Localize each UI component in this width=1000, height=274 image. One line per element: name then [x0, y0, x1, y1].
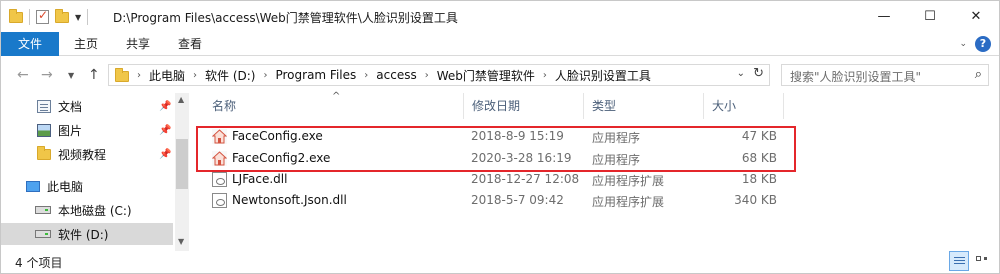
file-size: 18 KB: [741, 172, 777, 186]
chevron-right-icon[interactable]: ›: [137, 70, 141, 81]
status-bar: 4 个项目: [1, 251, 999, 273]
file-date: 2018-5-7 09:42: [471, 193, 564, 207]
large-icons-view-button[interactable]: [971, 251, 991, 271]
dll-icon: [212, 193, 227, 208]
window-title: D:\Program Files\access\Web门禁管理软件\人脸识别设置…: [113, 11, 458, 25]
drive-icon: [35, 230, 51, 238]
ribbon-right-controls: ⌄ ?: [959, 36, 991, 52]
chevron-down-icon[interactable]: ⌄: [737, 68, 745, 79]
item-count: 4 个项目: [15, 256, 63, 270]
scroll-down-icon[interactable]: ▼: [178, 237, 184, 246]
sidebar-item-label: 视频教程: [58, 147, 107, 162]
address-bar[interactable]: › 此电脑 › 软件 (D:) › Program Files › access…: [108, 64, 770, 86]
toolbar-divider: [29, 9, 30, 25]
tab-view[interactable]: 查看: [167, 32, 213, 56]
recent-locations-icon[interactable]: ▼: [68, 71, 74, 80]
breadcrumb-web-software[interactable]: Web门禁管理软件: [437, 67, 535, 84]
sidebar-item-label: 软件 (D:): [58, 227, 109, 242]
expand-ribbon-icon[interactable]: ⌄: [959, 39, 967, 49]
column-header-size[interactable]: 大小: [706, 93, 784, 119]
sidebar-item-label: 本地磁盘 (C:): [58, 203, 132, 218]
folder-icon: [9, 8, 23, 23]
sidebar-item-drive-c[interactable]: 本地磁盘 (C:): [1, 199, 173, 221]
large-icons-view-icon: [976, 256, 981, 261]
scrollbar-thumb[interactable]: [176, 139, 188, 189]
sidebar-item-drive-d[interactable]: 软件 (D:): [1, 223, 173, 245]
file-type: 应用程序扩展: [592, 174, 665, 188]
folder-icon: [37, 146, 51, 162]
forward-arrow-icon[interactable]: →: [41, 67, 53, 83]
file-name: Newtonsoft.Json.dll: [232, 193, 347, 207]
customize-toolbar-icon[interactable]: ▼: [75, 13, 81, 22]
picture-icon: [37, 123, 51, 137]
chevron-right-icon[interactable]: ›: [543, 70, 547, 81]
navigation-pane: 文档 📌 图片 📌 视频教程 📌 此电脑 本地磁盘 (C:) 软件 (D:) ▲: [1, 93, 189, 251]
breadcrumb-face-tool[interactable]: 人脸识别设置工具: [555, 67, 651, 84]
computer-icon: [26, 180, 40, 192]
details-view-icon: [954, 257, 965, 258]
chevron-right-icon[interactable]: ›: [364, 70, 368, 81]
scroll-up-icon[interactable]: ▲: [178, 95, 184, 104]
file-row[interactable]: LJFace.dll 2018-12-27 12:08 应用程序扩展 18 KB: [206, 169, 786, 190]
tab-home[interactable]: 主页: [63, 32, 109, 56]
chevron-right-icon[interactable]: ›: [425, 70, 429, 81]
sidebar-item-label: 图片: [58, 123, 83, 138]
close-button[interactable]: ✕: [953, 1, 999, 32]
file-row[interactable]: Newtonsoft.Json.dll 2018-5-7 09:42 应用程序扩…: [206, 190, 786, 211]
sidebar-item-label: 此电脑: [47, 179, 84, 194]
help-icon[interactable]: ?: [975, 36, 991, 52]
search-placeholder: 搜索"人脸识别设置工具": [790, 70, 922, 84]
pin-icon[interactable]: 📌: [159, 149, 171, 160]
dll-icon: [212, 172, 227, 187]
back-arrow-icon[interactable]: ←: [17, 67, 29, 83]
up-arrow-icon[interactable]: ↑: [88, 67, 100, 83]
explorer-window: ▼ D:\Program Files\access\Web门禁管理软件\人脸识别…: [0, 0, 1000, 274]
folder-icon: [115, 68, 129, 82]
new-folder-icon[interactable]: [55, 8, 69, 23]
chevron-right-icon[interactable]: ›: [263, 70, 267, 81]
navigation-bar: ← → ▼ ↑ › 此电脑 › 软件 (D:) › Program Files …: [1, 57, 999, 92]
title-bar: ▼ D:\Program Files\access\Web门禁管理软件\人脸识别…: [1, 1, 999, 32]
file-list: ^ 名称 修改日期 类型 大小 FaceConfig.exe 2018-8-9 …: [190, 91, 999, 251]
quick-access-toolbar: ▼: [9, 8, 89, 26]
column-header-type[interactable]: 类型: [586, 93, 704, 119]
refresh-icon[interactable]: ↻: [753, 66, 764, 81]
file-size: 340 KB: [734, 193, 777, 207]
breadcrumb-program-files[interactable]: Program Files: [275, 68, 356, 82]
folder-icon-shape: [37, 146, 51, 160]
sidebar-item-pictures[interactable]: 图片 📌: [1, 119, 173, 141]
ribbon-tabs: 文件 主页 共享 查看 ⌄ ?: [1, 32, 999, 56]
file-name: LJFace.dll: [232, 172, 288, 186]
properties-icon[interactable]: [36, 8, 49, 24]
breadcrumb-access[interactable]: access: [376, 68, 416, 82]
pin-icon[interactable]: 📌: [159, 101, 171, 112]
column-header-date[interactable]: 修改日期: [466, 93, 584, 119]
tab-file[interactable]: 文件: [1, 32, 59, 56]
minimize-button[interactable]: —: [861, 1, 907, 32]
sidebar-item-label: 文档: [58, 99, 83, 114]
sidebar-item-this-pc[interactable]: 此电脑: [1, 175, 173, 197]
search-icon[interactable]: ⌕: [975, 67, 982, 82]
toolbar-divider: [87, 9, 89, 25]
file-date: 2018-12-27 12:08: [471, 172, 580, 186]
details-view-button[interactable]: [949, 251, 969, 271]
sidebar-item-documents[interactable]: 文档 📌: [1, 95, 173, 117]
sidebar-scrollbar[interactable]: ▲ ▼: [175, 93, 189, 251]
file-type: 应用程序扩展: [592, 195, 665, 209]
sidebar-item-video-tutorials[interactable]: 视频教程 📌: [1, 143, 173, 165]
maximize-button[interactable]: ☐: [907, 1, 953, 32]
highlight-box: [196, 126, 796, 172]
document-icon: [37, 99, 51, 113]
tab-share[interactable]: 共享: [115, 32, 161, 56]
column-header-name[interactable]: 名称: [206, 93, 464, 119]
breadcrumb-drive-d[interactable]: 软件 (D:): [205, 67, 255, 84]
breadcrumb-this-pc[interactable]: 此电脑: [149, 67, 185, 84]
window-controls: — ☐ ✕: [861, 1, 999, 32]
pin-icon[interactable]: 📌: [159, 125, 171, 136]
chevron-right-icon[interactable]: ›: [193, 70, 197, 81]
search-input[interactable]: 搜索"人脸识别设置工具" ⌕: [781, 64, 989, 86]
drive-icon: [35, 206, 51, 214]
